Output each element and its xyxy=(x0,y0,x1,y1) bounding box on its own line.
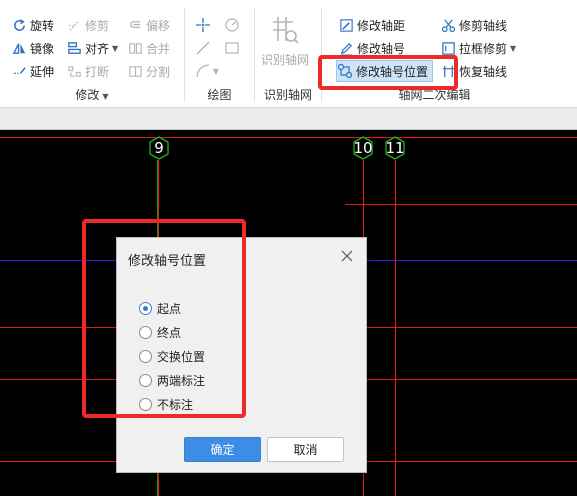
box-select-icon xyxy=(440,40,456,56)
mirror-label: 镜像 xyxy=(30,41,55,56)
offset-button[interactable]: 偏移 xyxy=(127,15,170,35)
pencil-icon xyxy=(338,40,354,56)
offset-label: 偏移 xyxy=(146,18,171,33)
grid-line-horizontal xyxy=(345,204,577,205)
grid-edit-group: 修改轴距 修剪轴线 修改轴号 拉框修剪 ▼ 修改轴号位置 恢复轴线 轴网二次编辑 xyxy=(322,0,577,108)
circle-icon xyxy=(225,18,239,32)
grid-line-horizontal xyxy=(0,137,577,138)
line-draw-button[interactable] xyxy=(192,38,214,58)
identify-group-label: 识别轴网 xyxy=(263,88,312,102)
rotate-label: 旋转 xyxy=(30,18,55,33)
crosshair-point-button[interactable] xyxy=(192,15,214,35)
crosshair-icon xyxy=(196,18,210,32)
ok-button[interactable]: 确定 xyxy=(184,437,261,462)
merge-icon xyxy=(127,40,143,56)
identify-grid-label: 识别轴网 xyxy=(261,53,310,67)
extend-button[interactable]: 延伸 xyxy=(11,61,54,81)
align-label: 对齐 xyxy=(85,41,110,56)
offset-icon xyxy=(127,17,143,33)
dialog-close-button[interactable] xyxy=(337,246,357,266)
modify-spacing-button[interactable]: 修改轴距 xyxy=(338,15,405,35)
rotate-icon xyxy=(11,17,27,33)
restore-axis-label: 恢复轴线 xyxy=(459,64,508,79)
chevron-down-icon: ▼ xyxy=(112,43,119,53)
extend-label: 延伸 xyxy=(30,64,55,79)
modify-group: 旋转 修剪 偏移 镜像 对齐 ▼ 合并 延伸 打断 分割 修改 ▼ xyxy=(0,0,184,108)
axis-number-bubble[interactable]: 9 xyxy=(147,136,171,160)
ribbon-toolbar: 旋转 修剪 偏移 镜像 对齐 ▼ 合并 延伸 打断 分割 修改 ▼ ▼ 绘图 识… xyxy=(0,0,577,108)
extend-icon xyxy=(11,63,27,79)
axis-number-label: 9 xyxy=(154,139,164,157)
grid-line-vertical xyxy=(395,160,396,496)
spacing-edit-icon xyxy=(338,17,354,33)
axis-number-label: 11 xyxy=(385,139,405,157)
break-label: 打断 xyxy=(85,64,110,79)
mirror-icon xyxy=(11,40,27,56)
arc-draw-button[interactable]: ▼ xyxy=(192,61,222,81)
identify-grid-button[interactable]: 识别轴网 xyxy=(261,14,309,68)
scissors-icon xyxy=(440,17,456,33)
modify-axis-number-label: 修改轴号 xyxy=(357,41,406,56)
rotate-button[interactable]: 旋转 xyxy=(11,15,54,35)
mirror-button[interactable]: 镜像 xyxy=(11,38,54,58)
grid-identify-icon xyxy=(273,17,299,44)
trim-button[interactable]: 修剪 xyxy=(66,15,109,35)
merge-label: 合并 xyxy=(146,41,171,56)
align-button[interactable]: 对齐 ▼ xyxy=(66,38,118,58)
axis-number-bubble[interactable]: 10 xyxy=(351,136,375,160)
chevron-down-icon: ▼ xyxy=(102,92,109,101)
trim-axis-button[interactable]: 修剪轴线 xyxy=(440,15,507,35)
cancel-button[interactable]: 取消 xyxy=(267,437,344,462)
circle-draw-button[interactable] xyxy=(221,15,243,35)
modify-group-label[interactable]: 修改 ▼ xyxy=(0,86,184,103)
axis-number-bubble[interactable]: 11 xyxy=(383,136,407,160)
trim-axis-label: 修剪轴线 xyxy=(459,18,508,33)
modify-group-title: 修改 xyxy=(75,88,100,102)
draw-group-label: 绘图 xyxy=(207,88,232,102)
modify-spacing-label: 修改轴距 xyxy=(357,18,406,33)
draw-group: ▼ 绘图 xyxy=(185,0,254,108)
line-icon xyxy=(196,41,210,55)
highlight-box-dialog-options xyxy=(82,219,246,418)
close-icon xyxy=(341,250,353,262)
rectangle-icon xyxy=(225,42,239,54)
trim-label: 修剪 xyxy=(85,18,110,33)
split-button[interactable]: 分割 xyxy=(127,61,170,81)
chevron-down-icon: ▼ xyxy=(510,43,517,53)
arc-icon xyxy=(196,64,210,78)
break-button[interactable]: 打断 xyxy=(66,61,109,81)
merge-button[interactable]: 合并 xyxy=(127,38,170,58)
axis-number-label: 10 xyxy=(353,139,373,157)
identify-grid-group: 识别轴网 识别轴网 xyxy=(255,0,321,108)
split-label: 分割 xyxy=(146,64,171,79)
break-icon xyxy=(66,63,82,79)
trim-icon xyxy=(66,17,82,33)
ribbon-canvas-divider xyxy=(0,108,577,130)
box-trim-label: 拉框修剪 xyxy=(459,41,508,56)
align-icon xyxy=(66,40,82,56)
highlight-box-ribbon-button xyxy=(318,55,458,90)
split-icon xyxy=(127,63,143,79)
rectangle-draw-button[interactable] xyxy=(221,38,243,58)
chevron-down-icon: ▼ xyxy=(212,66,220,76)
